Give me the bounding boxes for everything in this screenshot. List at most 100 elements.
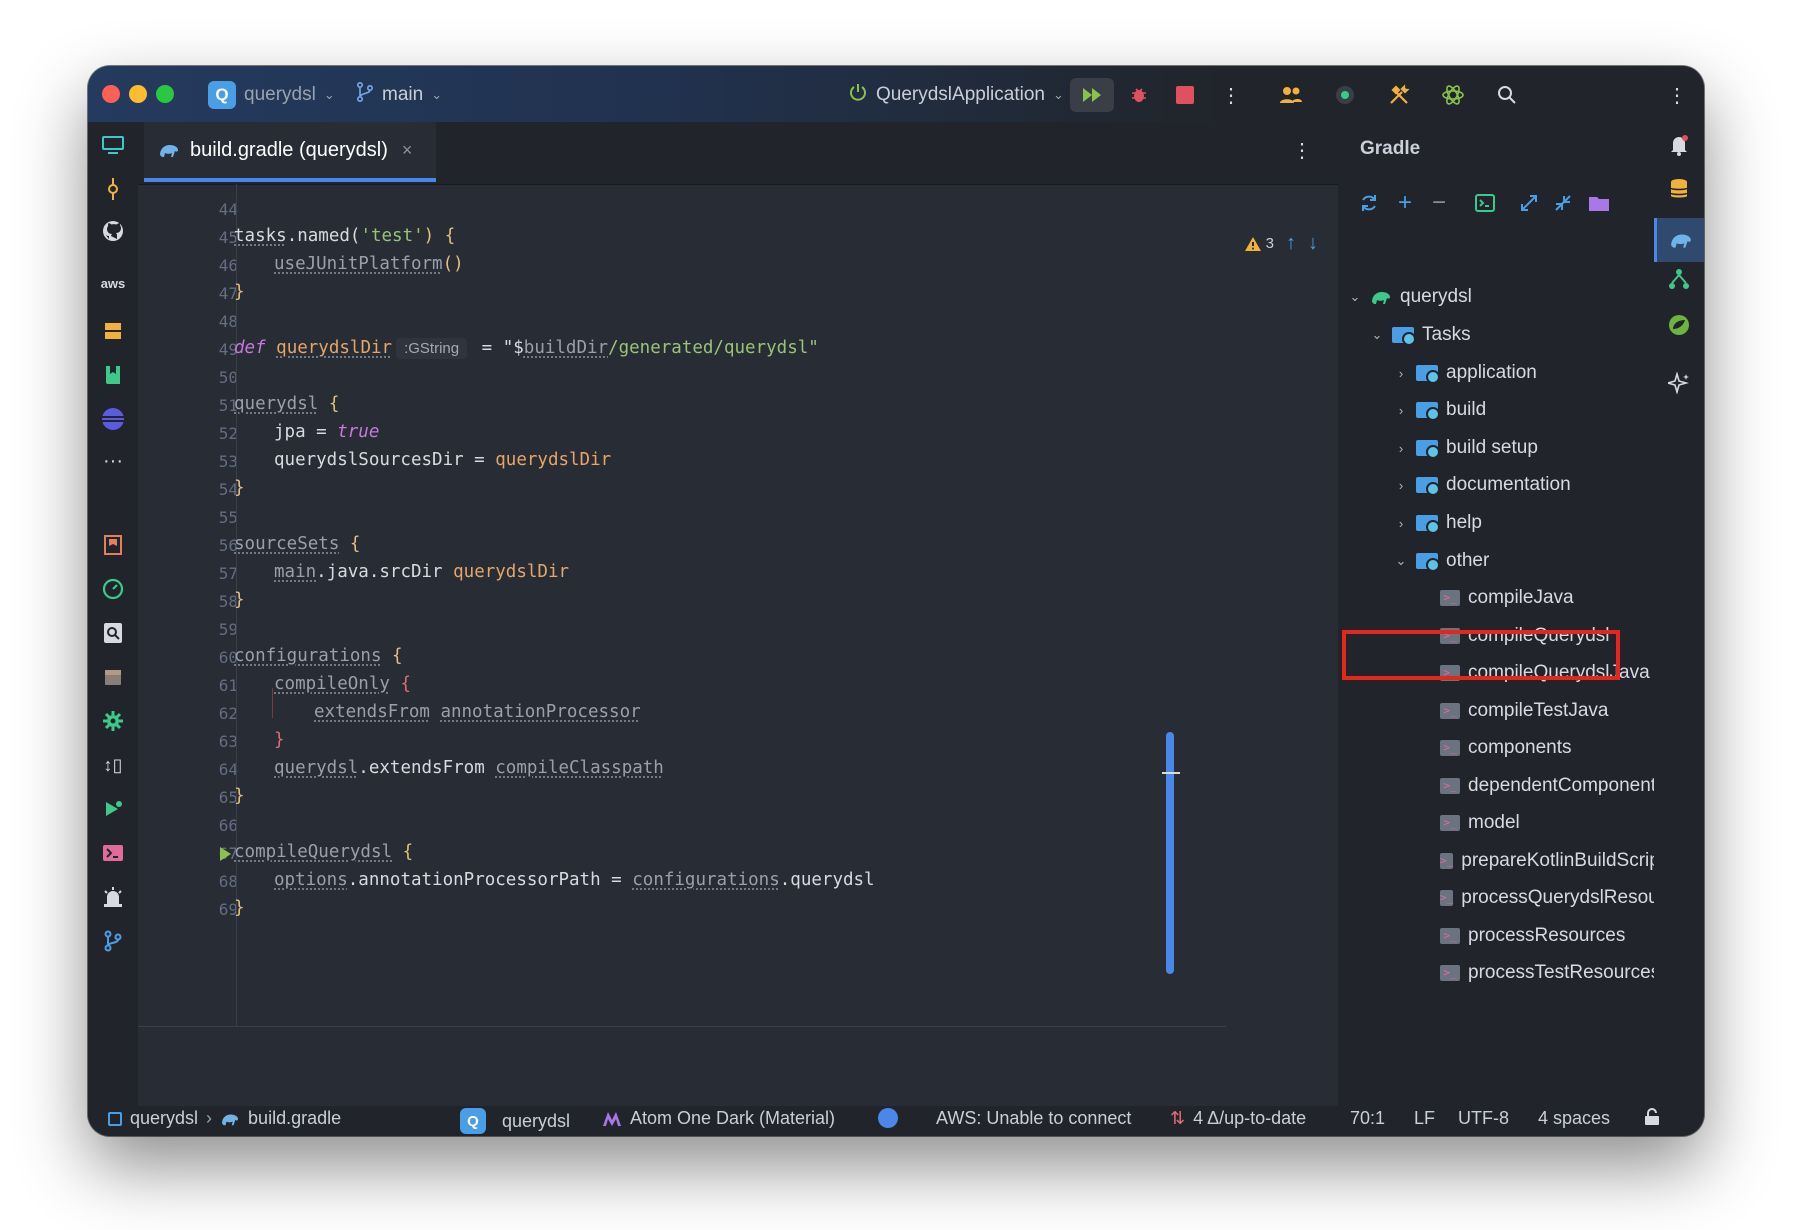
github-tool-button[interactable] [96,214,130,248]
run-config-selector[interactable]: QuerydslApplication ⌄ [848,80,1064,110]
siren-icon [104,887,122,907]
collapse-all-button[interactable] [1550,190,1576,216]
settings-tool-button[interactable] [96,704,130,738]
more-actions-button[interactable]: ⋮ [1214,78,1248,112]
gradle-tool-button[interactable] [1654,218,1704,262]
ai-assistant-button[interactable] [1662,366,1696,400]
settings-menu-button[interactable]: ⋮ [1660,78,1694,112]
ai-plugin-button[interactable] [1436,78,1470,112]
terminal-tool-button[interactable] [96,836,130,870]
tree-task[interactable]: >_ compileJava [1440,581,1574,615]
remove-project-button[interactable]: − [1426,189,1452,216]
database-button[interactable] [1662,172,1696,206]
branch-switcher[interactable]: main ⌄ [356,80,442,110]
ide-window: Q querydsl ⌄ main ⌄ QuerydslApplication … [88,66,1704,1136]
tab-options-button[interactable]: ⋮ [1292,138,1312,163]
status-circle-icon [878,1108,898,1128]
project-badge: Q [460,1108,486,1134]
profiler-tool-button[interactable] [96,572,130,606]
bug-icon [1132,88,1146,102]
tree-task[interactable]: >_ model [1440,806,1520,840]
tree-task[interactable]: >_ dependentComponents [1440,769,1666,803]
group-modules-button[interactable] [1586,190,1612,216]
bookmarks-tool-button[interactable] [96,358,130,392]
debug-button[interactable] [1122,78,1156,112]
structure-tool-button[interactable] [96,528,130,562]
tree-group-other[interactable]: ⌄ other [1394,544,1489,578]
dependencies-button[interactable] [1662,262,1696,296]
next-highlight-icon[interactable]: ↓ [1308,232,1318,255]
notifications-button[interactable] [1662,128,1696,162]
status-indicator-button[interactable] [1328,78,1362,112]
inspection-tool-button[interactable] [96,616,130,650]
aws-tool-button[interactable]: aws [96,266,130,300]
tree-group-application[interactable]: › application [1394,356,1537,390]
code-line-47: } [234,282,245,302]
eclipse-tool-button[interactable] [96,402,130,436]
commit-tool-button[interactable] [96,172,130,206]
services-tool-button[interactable] [96,660,130,694]
tree-tasks[interactable]: ⌄ Tasks [1370,318,1471,352]
git-tool-button[interactable] [96,924,130,958]
code-with-me-button[interactable] [1274,78,1308,112]
build-tools-button[interactable] [1382,78,1416,112]
vcs-status[interactable]: ⇅ 4 Δ/up-to-date [1170,1108,1306,1129]
line-number: 47 [218,284,238,303]
tree-group-help[interactable]: › help [1394,506,1482,540]
tree-task[interactable]: >_ compileTestJava [1440,694,1608,728]
execute-task-button[interactable] [1472,190,1498,216]
file-lock[interactable] [1644,1108,1660,1126]
tree-root-querydsl[interactable]: ⌄ querydsl [1348,280,1472,314]
project-name: querydsl [244,84,316,105]
run-config-name: QuerydslApplication [876,84,1045,105]
line-number: 56 [218,536,238,555]
tree-task[interactable]: >_ processTestResources [1440,956,1660,990]
tree-task[interactable]: >_ processResources [1440,919,1625,953]
expand-all-button[interactable] [1516,190,1542,216]
tree-group-build[interactable]: › build [1394,393,1486,427]
project-tool-button[interactable] [96,128,130,162]
close-tab-icon[interactable]: × [402,140,413,161]
inspection-widget[interactable]: 3 ↑ ↓ [1244,232,1318,255]
zoom-window-button[interactable] [156,85,174,103]
chevron-right-icon: › [1398,477,1404,493]
minimize-window-button[interactable] [129,85,147,103]
more-tools-button[interactable]: ··· [96,444,130,478]
run-tool-button[interactable] [96,792,130,826]
reload-button[interactable] [1356,190,1382,216]
line-separator[interactable]: LF [1414,1108,1435,1129]
code-area[interactable]: tasks.named('test') { useJUnitPlatform()… [234,184,1234,1026]
stop-button[interactable] [1168,78,1202,112]
search-button[interactable] [1490,78,1524,112]
tree-task[interactable]: >_ prepareKotlinBuildScriptMo [1440,844,1654,878]
code-line-69: } [234,898,245,918]
database-tool-button[interactable] [96,314,130,348]
code-line-46: useJUnitPlatform() [274,254,464,274]
aws-status[interactable]: AWS: Unable to connect [936,1108,1131,1129]
status-project-widget[interactable]: Q querydsl [460,1108,570,1134]
run-gutter-icon[interactable] [218,846,232,867]
book-icon [106,366,120,384]
tab-build-gradle[interactable]: build.gradle (querydsl) × [144,122,436,182]
tree-task[interactable]: >_ components [1440,731,1572,765]
previous-highlight-icon[interactable]: ↑ [1286,232,1296,255]
rerun-button[interactable] [1070,78,1114,112]
tree-group-build-setup[interactable]: › build setup [1394,431,1538,465]
close-window-button[interactable] [102,85,120,103]
tree-task[interactable]: >_ processQuerydslResources [1440,881,1654,915]
tree-group-documentation[interactable]: › documentation [1394,468,1571,502]
notifications-tool-button[interactable] [96,880,130,914]
box-icon [105,670,121,685]
caret-position[interactable]: 70:1 [1350,1108,1385,1129]
project-switcher[interactable]: Q querydsl ⌄ [208,80,335,110]
indent-setting[interactable]: 4 spaces [1538,1108,1610,1129]
editor-scrollbar[interactable] [1166,732,1174,974]
file-encoding[interactable]: UTF-8 [1458,1108,1509,1129]
theme-widget[interactable]: Atom One Dark (Material) [602,1108,835,1129]
run-anything-tool-button[interactable]: ↕▯ [96,748,130,782]
spring-button[interactable] [1662,308,1696,342]
breadcrumb-project[interactable]: querydsl [130,1108,198,1129]
tree-label: other [1446,550,1490,571]
add-project-button[interactable]: + [1392,189,1418,216]
breadcrumb-file[interactable]: build.gradle [248,1108,341,1129]
